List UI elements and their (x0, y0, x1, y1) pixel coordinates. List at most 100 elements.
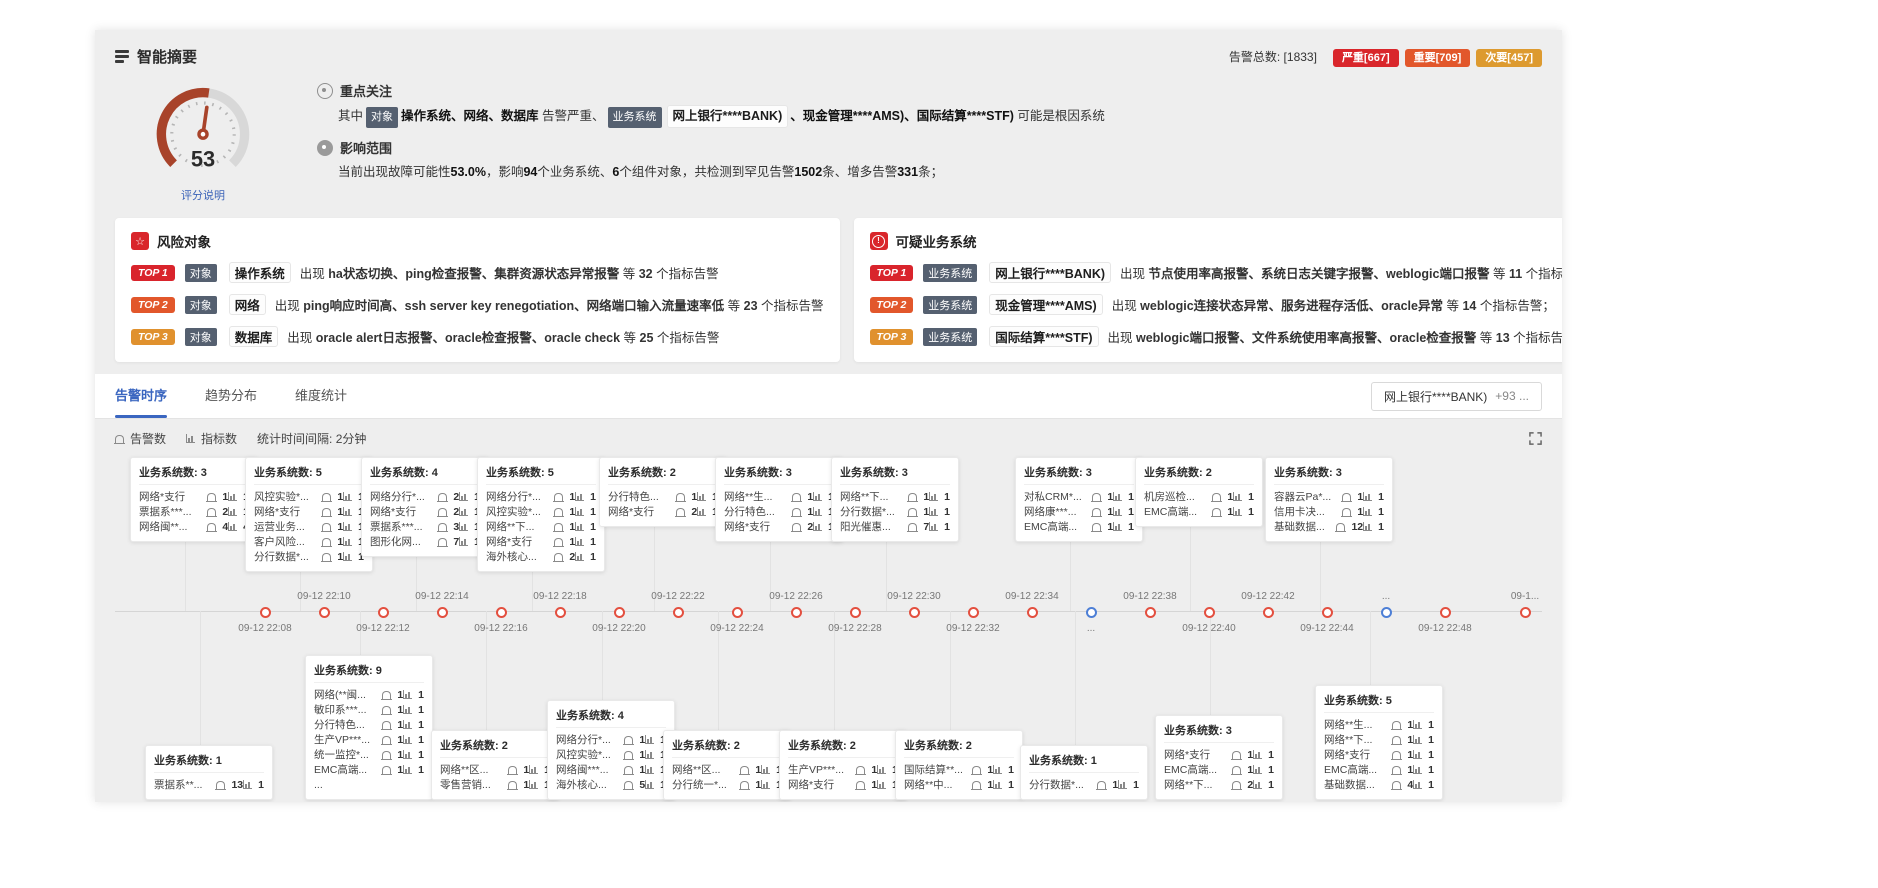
event-card[interactable]: 业务系统数: 4网络分行*...21网络*支行21票据系***...31图形化网… (361, 457, 489, 557)
event-marker[interactable] (673, 607, 684, 618)
entity-name: 数据库 (229, 326, 279, 347)
type-badge: 对象 (185, 264, 217, 282)
time-tick-label: ... (1382, 591, 1390, 602)
event-marker[interactable] (1204, 607, 1215, 618)
event-card[interactable]: 业务系统数: 5网络分行*...11风控实验*...11网络**下...11网络… (477, 457, 605, 572)
tab-1[interactable]: 趋势分布 (205, 374, 257, 418)
system-alert-row: 信用卡决...11 (1274, 504, 1384, 519)
type-badge: 对象 (185, 296, 217, 314)
event-marker[interactable] (1027, 607, 1038, 618)
system-alert-row: 网络**下...11 (486, 519, 596, 534)
event-card-title: 业务系统数: 2 (904, 737, 1014, 758)
event-marker[interactable] (1263, 607, 1274, 618)
system-alert-row: 对私CRM*...11 (1024, 489, 1134, 504)
severity-badge[interactable]: 次要[457] (1476, 49, 1542, 67)
event-card[interactable]: 业务系统数: 3对私CRM*...11网络康***...11EMC高端...11 (1015, 457, 1143, 542)
type-badge: 业务系统 (923, 264, 977, 282)
system-alert-row: 图形化网...71 (370, 534, 480, 549)
event-marker[interactable] (1381, 607, 1392, 618)
event-marker[interactable] (496, 607, 507, 618)
event-card[interactable]: 业务系统数: 2机房巡检...11EMC高端...11 (1135, 457, 1263, 527)
alert-description: 出现 ping响应时间高、ssh server key renegotiatio… (275, 295, 824, 314)
event-marker[interactable] (437, 607, 448, 618)
event-card[interactable]: 业务系统数: 3网络**下...11分行数据*...11阳光催惠...71 (831, 457, 959, 542)
score-explain-link[interactable]: 评分说明 (181, 187, 225, 203)
time-tick-label: 09-12 22:26 (769, 591, 822, 602)
system-alert-row: 网络(**闽...11 (314, 687, 424, 702)
event-card-title: 业务系统数: 3 (1274, 464, 1384, 485)
event-card-title: 业务系统数: 4 (370, 464, 480, 485)
system-alert-row: 分行特色...11 (608, 489, 718, 504)
event-marker[interactable] (1086, 607, 1097, 618)
event-marker[interactable] (1145, 607, 1156, 618)
suspect-system-panel: ! 可疑业务系统 TOP 1业务系统网上银行****BANK)出现 节点使用率高… (854, 218, 1562, 362)
system-filter-dropdown[interactable]: 网上银行****BANK) +93 ... (1371, 382, 1542, 411)
risk-items: TOP 1对象操作系统出现 ha状态切换、ping检查报警、集群资源状态异常报警… (131, 262, 824, 347)
system-alert-row: 基础数据...121 (1274, 519, 1384, 534)
time-tick-label: 09-12 22:12 (356, 623, 409, 634)
event-marker[interactable] (909, 607, 920, 618)
system-alert-row: 生产VP***...11 (314, 732, 424, 747)
type-badge: 业务系统 (923, 296, 977, 314)
time-tick-label: 09-12 22:22 (651, 591, 704, 602)
suspect-alert-icon: ! (870, 232, 888, 250)
event-card[interactable]: 业务系统数: 5风控实验*...11网络*支行11运营业务...11客户风险..… (245, 457, 373, 572)
tabs: 告警时序趋势分布维度统计 (115, 374, 385, 418)
entity-name: 网络 (229, 294, 266, 315)
filter-extra-count: +93 ... (1495, 389, 1529, 403)
filter-value: 网上银行****BANK) (1384, 388, 1487, 405)
event-marker[interactable] (791, 607, 802, 618)
tab-2[interactable]: 维度统计 (295, 374, 347, 418)
summary-list-icon (115, 48, 129, 65)
metric-count-label: 指标数 (201, 430, 237, 447)
top-risk-item: TOP 1对象操作系统出现 ha状态切换、ping检查报警、集群资源状态异常报警… (131, 262, 824, 283)
event-card-title: 业务系统数: 3 (1024, 464, 1134, 485)
event-marker[interactable] (1440, 607, 1451, 618)
event-marker[interactable] (319, 607, 330, 618)
event-marker[interactable] (732, 607, 743, 618)
event-card[interactable]: 业务系统数: 9网络(**闽...11敏印系***...11分行特色...11生… (305, 655, 433, 800)
event-card[interactable]: 业务系统数: 3网络**生...11分行特色...11网络*支行21 (715, 457, 843, 542)
event-card[interactable]: 业务系统数: 5网络**生...11网络**下...11网络*支行11EMC高端… (1315, 685, 1443, 800)
system-alert-row: 网络*支行21 (370, 504, 480, 519)
gauge-dial: 53 (128, 77, 278, 181)
fullscreen-icon[interactable] (1529, 432, 1542, 445)
severity-badge[interactable]: 严重[667] (1333, 49, 1399, 67)
event-marker[interactable] (1322, 607, 1333, 618)
event-marker[interactable] (260, 607, 271, 618)
system-alert-row: 网络分行*...11 (556, 732, 666, 747)
event-marker[interactable] (614, 607, 625, 618)
event-card[interactable]: 业务系统数: 1票据系**...131 (145, 745, 273, 800)
event-card[interactable]: 业务系统数: 1分行数据*...11 (1020, 745, 1148, 800)
system-alert-row: ... (314, 777, 424, 792)
severity-badge[interactable]: 重要[709] (1405, 49, 1471, 67)
event-marker[interactable] (378, 607, 389, 618)
focus-icon (317, 83, 333, 99)
top-risk-item: TOP 1业务系统网上银行****BANK)出现 节点使用率高报警、系统日志关键… (870, 262, 1562, 283)
event-card[interactable]: 业务系统数: 3容器云Pa*...11信用卡决...11基础数据...121 (1265, 457, 1393, 542)
event-card[interactable]: 业务系统数: 2生产VP***...11网络*支行11 (779, 730, 907, 800)
event-card[interactable]: 业务系统数: 2网络**区...11零售营销...11 (431, 730, 559, 800)
event-card[interactable]: 业务系统数: 2国际结算**...11网络**中...11 (895, 730, 1023, 800)
focus-title: 重点关注 (340, 81, 392, 100)
system-alert-row: 网络*支行11 (254, 504, 364, 519)
event-card[interactable]: 业务系统数: 2分行特色...11网络*支行21 (599, 457, 727, 527)
event-card[interactable]: 业务系统数: 2网络**区...11分行统一*...11 (663, 730, 791, 800)
event-card-title: 业务系统数: 3 (1164, 722, 1274, 743)
system-alert-row: 网络**生...11 (1324, 717, 1434, 732)
event-marker[interactable] (968, 607, 979, 618)
metric-count-icon (186, 434, 195, 443)
system-alert-row: 分行数据*...11 (254, 549, 364, 564)
event-marker[interactable] (850, 607, 861, 618)
event-card-title: 业务系统数: 1 (154, 752, 264, 773)
system-alert-row: 分行数据*...11 (1029, 777, 1139, 792)
event-card[interactable]: 业务系统数: 3网络*支行11票据系***...21网络闽**...44 (130, 457, 258, 542)
rank-badge: TOP 3 (131, 329, 175, 345)
event-marker[interactable] (1520, 607, 1531, 618)
event-card[interactable]: 业务系统数: 3网络*支行11EMC高端...11网络**下...21 (1155, 715, 1283, 800)
event-card[interactable]: 业务系统数: 4网络分行*...11风控实验*...11网络闽***...11海… (547, 700, 675, 800)
event-marker[interactable] (555, 607, 566, 618)
alarm-count-label: 告警数 (130, 430, 166, 447)
event-card-title: 业务系统数: 2 (672, 737, 782, 758)
tab-0[interactable]: 告警时序 (115, 374, 167, 418)
